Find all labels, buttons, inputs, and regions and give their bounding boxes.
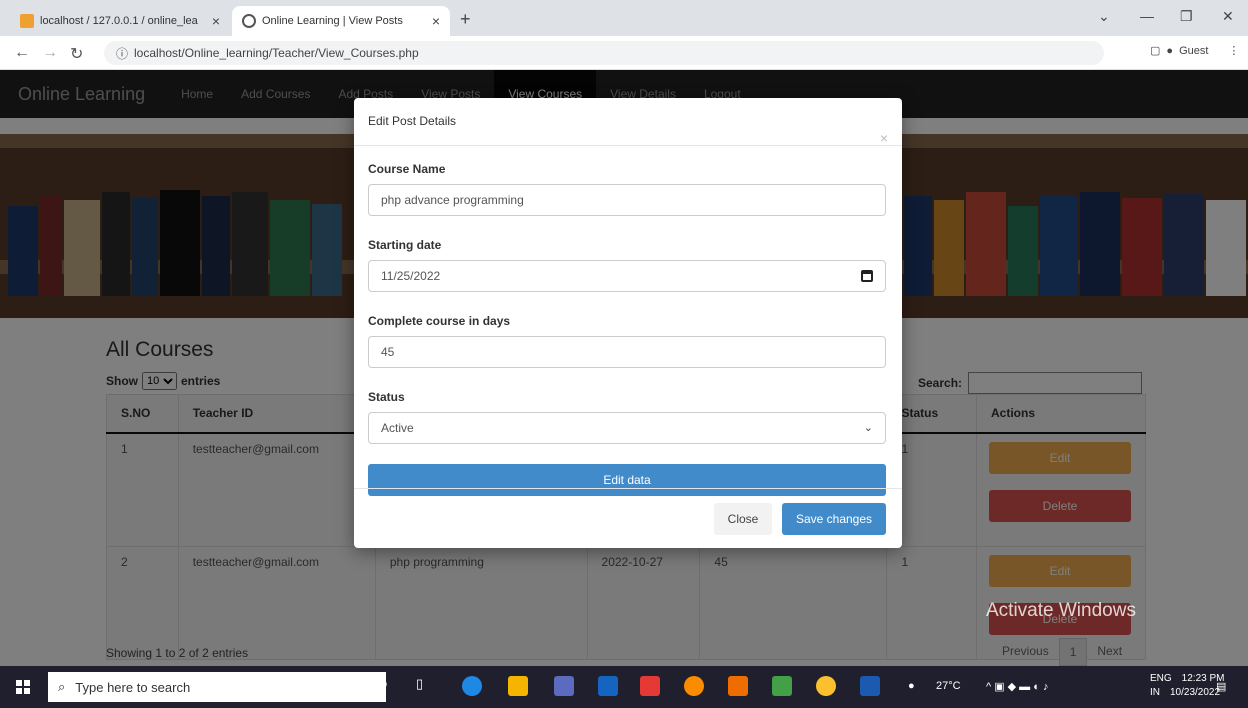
days-value: 45 bbox=[381, 345, 395, 359]
menu-icon[interactable]: ⋮ bbox=[1228, 44, 1239, 57]
globe-icon bbox=[242, 14, 256, 28]
lang: ENG bbox=[1150, 673, 1172, 684]
status-select[interactable]: Active ⌄ bbox=[368, 412, 886, 444]
file-explorer-icon[interactable] bbox=[508, 676, 528, 696]
minimize-icon[interactable]: — bbox=[1140, 8, 1154, 24]
starting-date-label: Starting date bbox=[368, 238, 442, 252]
sidebar-toggle-icon[interactable]: ▢ bbox=[1150, 44, 1160, 57]
notification-icon[interactable]: ▤ bbox=[1216, 680, 1226, 693]
clock[interactable]: ENG 12:23 PM IN 10/23/2022 bbox=[1150, 672, 1224, 700]
url-text: localhost/Online_learning/Teacher/View_C… bbox=[134, 46, 419, 60]
taskbar-search-placeholder: Type here to search bbox=[75, 679, 191, 695]
course-name-value: php advance programming bbox=[381, 193, 524, 207]
close-tab-icon[interactable]: × bbox=[212, 13, 220, 29]
info-icon: ⓘ bbox=[116, 46, 129, 61]
search-icon: ⌕ bbox=[58, 679, 66, 694]
cortana-icon[interactable]: ○ bbox=[380, 676, 400, 696]
xampp-icon[interactable] bbox=[728, 676, 748, 696]
new-tab-icon[interactable]: + bbox=[460, 9, 471, 30]
task-view-icon[interactable]: ▯ bbox=[416, 676, 436, 696]
profile-button[interactable]: ▢ ● Guest ⋮ bbox=[1150, 44, 1239, 58]
modal-header: Edit Post Details × bbox=[354, 98, 902, 146]
profile-label: Guest bbox=[1179, 44, 1209, 57]
course-name-label: Course Name bbox=[368, 162, 446, 176]
modal-close-icon[interactable]: × bbox=[880, 130, 888, 146]
url-field[interactable]: ⓘ localhost/Online_learning/Teacher/View… bbox=[104, 41, 1104, 65]
tab-title: localhost / 127.0.0.1 / online_lea bbox=[40, 15, 198, 27]
forward-icon[interactable]: → bbox=[42, 44, 58, 62]
calendar-icon[interactable] bbox=[861, 270, 873, 282]
activate-windows-watermark: Activate Windows bbox=[986, 600, 1136, 621]
starting-date-value: 11/25/2022 bbox=[381, 269, 441, 283]
address-bar: ← → ↻ ⓘ localhost/Online_learning/Teache… bbox=[0, 36, 1248, 70]
date: 10/23/2022 bbox=[1170, 687, 1221, 698]
phpmyadmin-icon bbox=[20, 14, 34, 28]
edge-icon[interactable] bbox=[462, 676, 482, 696]
weather-icon[interactable]: ● bbox=[908, 680, 915, 692]
store-icon[interactable] bbox=[554, 676, 574, 696]
back-icon[interactable]: ← bbox=[14, 44, 30, 62]
status-value: Active bbox=[381, 421, 414, 435]
photos-icon[interactable] bbox=[772, 676, 792, 696]
region: IN bbox=[1150, 687, 1160, 698]
days-label: Complete course in days bbox=[368, 314, 511, 328]
status-label: Status bbox=[368, 390, 405, 404]
edit-form: Course Name php advance programming Star… bbox=[354, 146, 902, 496]
tab-search-icon[interactable]: ⌄ bbox=[1098, 8, 1110, 25]
edit-post-modal: Edit Post Details × Course Name php adva… bbox=[354, 98, 902, 548]
taskbar-search[interactable]: ⌕ Type here to search bbox=[48, 672, 386, 702]
chrome-icon[interactable] bbox=[816, 676, 836, 696]
office-icon[interactable] bbox=[640, 676, 660, 696]
word-icon[interactable] bbox=[860, 676, 880, 696]
tray-icons[interactable]: ^ ▣ ◆ ▬ ◐ ♪ bbox=[986, 680, 1048, 693]
chevron-down-icon: ⌄ bbox=[863, 422, 873, 434]
course-name-input[interactable]: php advance programming bbox=[368, 184, 886, 216]
restore-icon[interactable]: ❐ bbox=[1180, 8, 1193, 25]
mail-icon[interactable] bbox=[598, 676, 618, 696]
save-changes-button[interactable]: Save changes bbox=[782, 503, 886, 535]
reload-icon[interactable]: ↻ bbox=[70, 44, 83, 64]
tab-phpmyadmin[interactable]: localhost / 127.0.0.1 / online_lea × bbox=[10, 6, 230, 36]
windows-start-icon[interactable] bbox=[16, 680, 30, 694]
browser-tab-bar: localhost / 127.0.0.1 / online_lea × Onl… bbox=[0, 0, 1248, 36]
days-input[interactable]: 45 bbox=[368, 336, 886, 368]
close-button[interactable]: Close bbox=[714, 503, 772, 535]
avatar-icon: ● bbox=[1166, 44, 1174, 57]
modal-title: Edit Post Details bbox=[368, 114, 457, 128]
windows-taskbar: ⌕ Type here to search ○ ▯ ● 27°C ^ ▣ ◆ ▬… bbox=[0, 666, 1248, 708]
tab-title: Online Learning | View Posts bbox=[262, 15, 403, 27]
chrome-icon[interactable] bbox=[684, 676, 704, 696]
close-tab-icon[interactable]: × bbox=[432, 13, 440, 29]
window-close-icon[interactable]: ✕ bbox=[1222, 8, 1234, 25]
starting-date-input[interactable]: 11/25/2022 bbox=[368, 260, 886, 292]
modal-footer: Close Save changes bbox=[354, 488, 902, 548]
temperature[interactable]: 27°C bbox=[936, 680, 961, 692]
tab-online-learning[interactable]: Online Learning | View Posts × bbox=[232, 6, 450, 36]
